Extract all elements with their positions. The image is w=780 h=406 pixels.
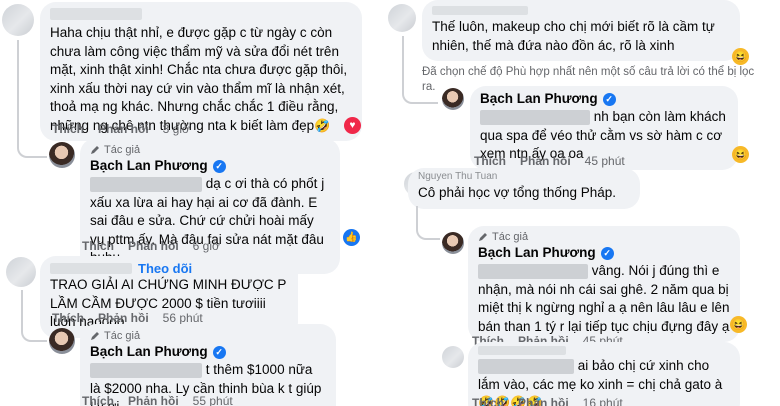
author-avatar[interactable] (442, 88, 464, 110)
redacted-mention (478, 358, 574, 374)
redacted-mention (90, 176, 202, 192)
reply-actions: Thích Phản hồi 6 giờ (82, 239, 220, 253)
author-name[interactable]: Bạch Lan Phương (90, 343, 208, 361)
comment-bubble: Nguyen Thu Tuan Cô phải học vợ tổng thốn… (408, 168, 640, 209)
heart-reaction-icon[interactable]: ♥ (344, 117, 361, 134)
thread-connector (21, 290, 47, 342)
haha-reaction-icon[interactable]: 😆 (730, 316, 747, 333)
comment-text: Haha chịu thật nhỉ, e được gặp c từ ngày… (50, 25, 351, 133)
reply-link[interactable]: Phản hồi (518, 396, 569, 406)
redacted-mention (478, 263, 588, 279)
author-badge: Tác giả (104, 144, 141, 156)
comment-actions: Thích Phản hồi 56 phút (52, 311, 203, 325)
reply-link[interactable]: Phản hồi (128, 394, 179, 406)
reply-timestamp[interactable]: 45 phút (585, 154, 625, 168)
author-avatar[interactable] (49, 328, 75, 354)
author-name[interactable]: Bạch Lan Phương (480, 90, 598, 108)
reply-bubble: Tác giả Bạch Lan Phương ✓ dạ c ơi thà có… (80, 138, 340, 274)
left-comment-panel: Haha chịu thật nhỉ, e được gặp c từ ngày… (0, 0, 368, 406)
haha-reaction-icon[interactable]: 😆 (732, 146, 749, 163)
author-avatar[interactable] (49, 142, 75, 168)
verified-badge-icon: ✓ (602, 92, 616, 106)
redacted-mention (480, 109, 590, 125)
like-link[interactable]: Thích (52, 122, 84, 136)
thread-connector (402, 36, 438, 104)
laughing-emoji-icon: 🤣 (314, 117, 331, 133)
verified-badge-icon: ✓ (212, 345, 226, 359)
reply-link[interactable]: Phản hồi (520, 154, 571, 168)
reply-actions: Thích Phản hồi 45 phút (474, 154, 625, 168)
like-link[interactable]: Thích (472, 396, 504, 406)
like-link[interactable]: Thích (82, 394, 114, 406)
like-link[interactable]: Thích (82, 239, 114, 253)
comment-text: Cô phải học vợ tổng thống Pháp. (418, 185, 616, 200)
reply-link[interactable]: Phản hồi (98, 122, 149, 136)
reply-actions: Thích Phản hồi 55 phút (82, 394, 233, 406)
redacted-author-name (50, 262, 132, 274)
thread-connector (416, 206, 440, 240)
like-reaction-icon[interactable]: 👍 (343, 229, 360, 246)
comment-text: Thế luôn, makeup cho chị mới biết rõ là … (432, 19, 719, 53)
panel-divider (371, 0, 383, 406)
author-avatar[interactable] (442, 232, 464, 254)
reply-timestamp[interactable]: 55 phút (193, 394, 233, 406)
comment-actions: Thích Phản hồi 3 giờ (52, 122, 190, 136)
commenter-avatar[interactable] (442, 346, 464, 368)
comment-bubble: Thế luôn, makeup cho chị mới biết rõ là … (422, 0, 740, 61)
thread-connector (17, 40, 47, 158)
commenter-name[interactable]: Nguyen Thu Tuan (418, 171, 630, 184)
redacted-author-name (50, 8, 142, 20)
commenter-avatar[interactable] (388, 4, 416, 32)
pencil-icon (91, 332, 99, 340)
commenter-avatar[interactable] (6, 257, 36, 287)
reply-link[interactable]: Phản hồi (98, 311, 149, 325)
comment-timestamp[interactable]: 56 phút (163, 311, 203, 325)
author-badge: Tác giả (492, 231, 529, 243)
reply-link[interactable]: Phản hồi (128, 239, 179, 253)
author-name[interactable]: Bạch Lan Phương (90, 157, 208, 175)
comment-timestamp[interactable]: 16 phút (583, 396, 623, 406)
redacted-mention (90, 362, 202, 378)
pencil-icon (91, 146, 99, 154)
redacted-author-name (432, 6, 528, 15)
reply-timestamp[interactable]: 6 giờ (193, 239, 220, 253)
like-link[interactable]: Thích (52, 311, 84, 325)
pencil-icon (479, 233, 487, 241)
right-comment-panel: Thế luôn, makeup cho chị mới biết rõ là … (386, 0, 780, 406)
commenter-avatar[interactable] (2, 4, 34, 36)
follow-link[interactable]: Theo dõi (138, 261, 192, 276)
redacted-author-name (478, 346, 566, 355)
comment-timestamp[interactable]: 3 giờ (163, 122, 190, 136)
author-name[interactable]: Bạch Lan Phương (478, 244, 596, 262)
author-badge: Tác giả (104, 330, 141, 342)
reply-bubble: Tác giả Bạch Lan Phương ✓ vâng. Nói j đú… (468, 226, 740, 342)
comment-actions: Thích Phản hồi 16 phút (472, 396, 623, 406)
like-link[interactable]: Thích (474, 154, 506, 168)
verified-badge-icon: ✓ (212, 159, 226, 173)
haha-reaction-icon[interactable]: 😆 (732, 48, 749, 65)
comment-bubble: Haha chịu thật nhỉ, e được gặp c từ ngày… (40, 2, 362, 141)
verified-badge-icon: ✓ (600, 246, 614, 260)
